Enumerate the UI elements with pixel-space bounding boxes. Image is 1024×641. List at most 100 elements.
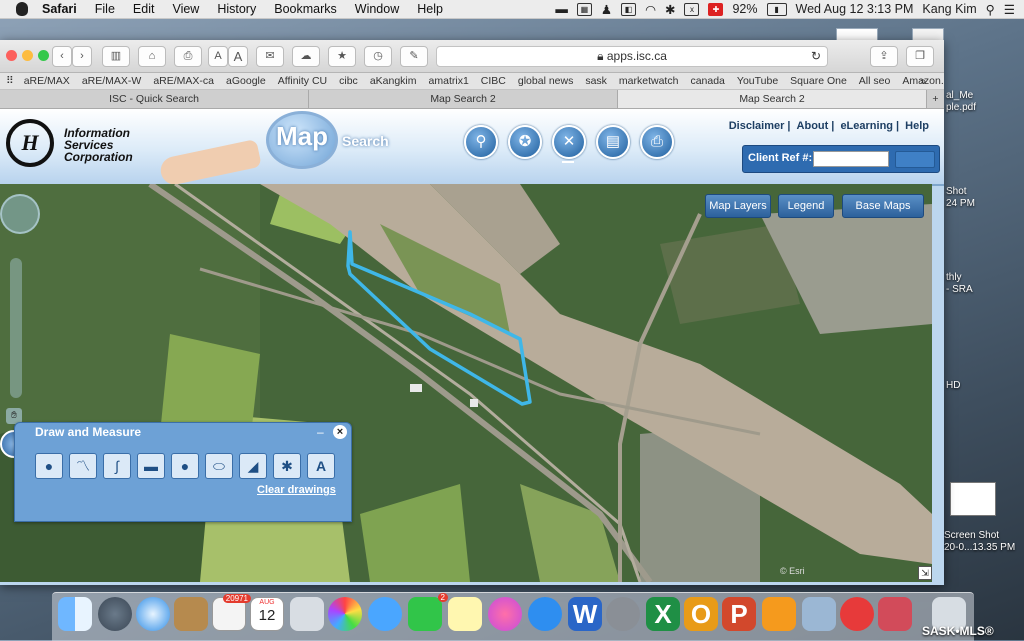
- desktop-label[interactable]: Shot: [946, 186, 967, 197]
- draw-polyline-icon[interactable]: 〽: [69, 453, 97, 479]
- base-maps-button[interactable]: Base Maps: [842, 194, 924, 218]
- tools-icon[interactable]: ✕: [552, 125, 586, 159]
- desktop-label[interactable]: HD: [946, 380, 960, 391]
- text-smaller-button[interactable]: A: [208, 46, 228, 67]
- address-bar[interactable]: 🔒︎ apps.isc.ca ↻: [436, 46, 828, 67]
- top-sites-icon[interactable]: ⠿: [6, 75, 14, 87]
- favorite-link[interactable]: aGoogle: [226, 75, 266, 87]
- client-ref-submit-button[interactable]: [895, 151, 935, 168]
- help-link[interactable]: Help: [902, 120, 932, 132]
- facetime-icon[interactable]: 2: [408, 593, 448, 631]
- desktop-label[interactable]: Screen Shot: [944, 530, 999, 541]
- tab-map-search-2[interactable]: Map Search 2: [309, 90, 618, 108]
- tab-map-search-2-active[interactable]: Map Search 2: [618, 90, 927, 108]
- outlook-icon[interactable]: O: [684, 597, 718, 631]
- favorite-link[interactable]: CIBC: [481, 75, 506, 87]
- favorite-link[interactable]: cibc: [339, 75, 358, 87]
- print-tool-icon[interactable]: ⎙: [640, 125, 674, 159]
- draw-freehand-polygon-icon[interactable]: ✱: [273, 453, 301, 479]
- reload-icon[interactable]: ↻: [811, 47, 821, 66]
- favorite-link[interactable]: YouTube: [737, 75, 778, 87]
- menu-view[interactable]: View: [172, 2, 199, 16]
- itunes-icon[interactable]: [488, 597, 522, 631]
- minimize-window-button[interactable]: [22, 50, 33, 61]
- more-favorites-icon[interactable]: »: [920, 75, 926, 87]
- favorite-link[interactable]: amatrix1: [429, 75, 469, 87]
- flag-icon[interactable]: ✚: [708, 2, 724, 16]
- minimize-panel-button[interactable]: –: [317, 425, 324, 439]
- draw-polygon-icon[interactable]: ◢: [239, 453, 267, 479]
- spotlight-search-icon[interactable]: ⚲: [986, 2, 995, 17]
- photos-icon[interactable]: [328, 597, 362, 631]
- bookmark-icon[interactable]: ★: [328, 46, 356, 67]
- excel-icon[interactable]: X: [646, 597, 680, 631]
- close-window-button[interactable]: [6, 50, 17, 61]
- home-icon[interactable]: ⌂: [138, 46, 166, 67]
- draw-circle-icon[interactable]: ●: [171, 453, 199, 479]
- desktop-label[interactable]: thly: [946, 272, 962, 283]
- wifi-icon[interactable]: ◠: [645, 2, 656, 17]
- resize-handle-icon[interactable]: ⇲: [918, 566, 932, 580]
- desktop-label[interactable]: al_Me: [946, 90, 973, 101]
- bluetooth-icon[interactable]: ✱: [665, 2, 675, 17]
- favorite-link[interactable]: Affinity CU: [278, 75, 327, 87]
- screenshot-thumbnail[interactable]: [950, 482, 996, 516]
- favorite-link[interactable]: Square One: [790, 75, 847, 87]
- messages-icon[interactable]: [368, 597, 402, 631]
- calendar-icon[interactable]: AUG 12: [250, 597, 284, 631]
- app-store-icon[interactable]: [528, 597, 562, 631]
- favorite-link[interactable]: aKangkim: [370, 75, 417, 87]
- desktop-label[interactable]: ple.pdf: [946, 102, 976, 113]
- menu-list-icon[interactable]: ☰: [1004, 2, 1015, 17]
- tab-quick-search[interactable]: ISC - Quick Search: [0, 90, 309, 108]
- about-link[interactable]: About: [794, 120, 832, 132]
- menu-file[interactable]: File: [95, 2, 115, 16]
- display-icon[interactable]: ▬: [555, 2, 568, 16]
- desktop-label[interactable]: - SRA: [946, 284, 973, 295]
- finder-icon[interactable]: [58, 597, 92, 631]
- menu-window[interactable]: Window: [355, 2, 399, 16]
- contacts-icon[interactable]: 20971: [212, 594, 251, 631]
- draw-freehand-line-icon[interactable]: ∫: [103, 453, 131, 479]
- apple-menu-icon[interactable]: [16, 2, 28, 16]
- mail-icon[interactable]: ✉: [256, 46, 284, 67]
- safari-icon[interactable]: [136, 597, 170, 631]
- disclaimer-link[interactable]: Disclaimer: [726, 120, 788, 132]
- battery-icon[interactable]: ▮: [766, 2, 787, 16]
- powerpoint-icon[interactable]: P: [722, 597, 756, 631]
- annotate-icon[interactable]: ✎: [400, 46, 428, 67]
- zoom-window-button[interactable]: [38, 50, 49, 61]
- favorite-link[interactable]: marketwatch: [619, 75, 679, 87]
- zoom-slider[interactable]: [10, 258, 22, 398]
- stickies-icon[interactable]: [448, 597, 482, 631]
- ibooks-icon[interactable]: [762, 597, 796, 631]
- tabs-overview-icon[interactable]: ❐: [906, 46, 934, 67]
- user-status-icon[interactable]: ♟: [601, 2, 612, 17]
- draw-ellipse-icon[interactable]: ⬭: [205, 453, 233, 479]
- map-layers-button[interactable]: Map Layers: [705, 194, 771, 218]
- cloud-icon[interactable]: ☁: [292, 46, 320, 67]
- system-preferences-icon[interactable]: [606, 597, 640, 631]
- new-tab-button[interactable]: +: [927, 90, 944, 108]
- dropbox-icon[interactable]: ◧: [621, 2, 637, 16]
- radio-icon[interactable]: [878, 597, 912, 631]
- menu-history[interactable]: History: [217, 2, 256, 16]
- menu-help[interactable]: Help: [417, 2, 443, 16]
- menu-bookmarks[interactable]: Bookmarks: [274, 2, 337, 16]
- forward-button[interactable]: ›: [72, 46, 92, 67]
- launchpad-icon[interactable]: [98, 597, 132, 631]
- desktop-label[interactable]: 20-0...13.35 PM: [944, 542, 1015, 553]
- client-ref-input[interactable]: [813, 151, 889, 167]
- sidebar-icon[interactable]: ▥: [102, 46, 130, 67]
- text-larger-button[interactable]: A: [228, 46, 248, 67]
- user-name[interactable]: Kang Kim: [922, 2, 976, 16]
- back-button[interactable]: ‹: [52, 46, 72, 67]
- pan-control-icon[interactable]: [0, 194, 40, 234]
- isc-logo-icon[interactable]: H: [6, 119, 54, 167]
- favorite-link[interactable]: canada: [690, 75, 724, 87]
- print-icon[interactable]: ⎙: [174, 46, 202, 67]
- menu-app-name[interactable]: Safari: [42, 2, 77, 16]
- favorite-link[interactable]: aRE/MAX-W: [82, 75, 142, 87]
- share-icon[interactable]: ⇪: [870, 46, 898, 67]
- clock[interactable]: Wed Aug 12 3:13 PM: [796, 2, 914, 16]
